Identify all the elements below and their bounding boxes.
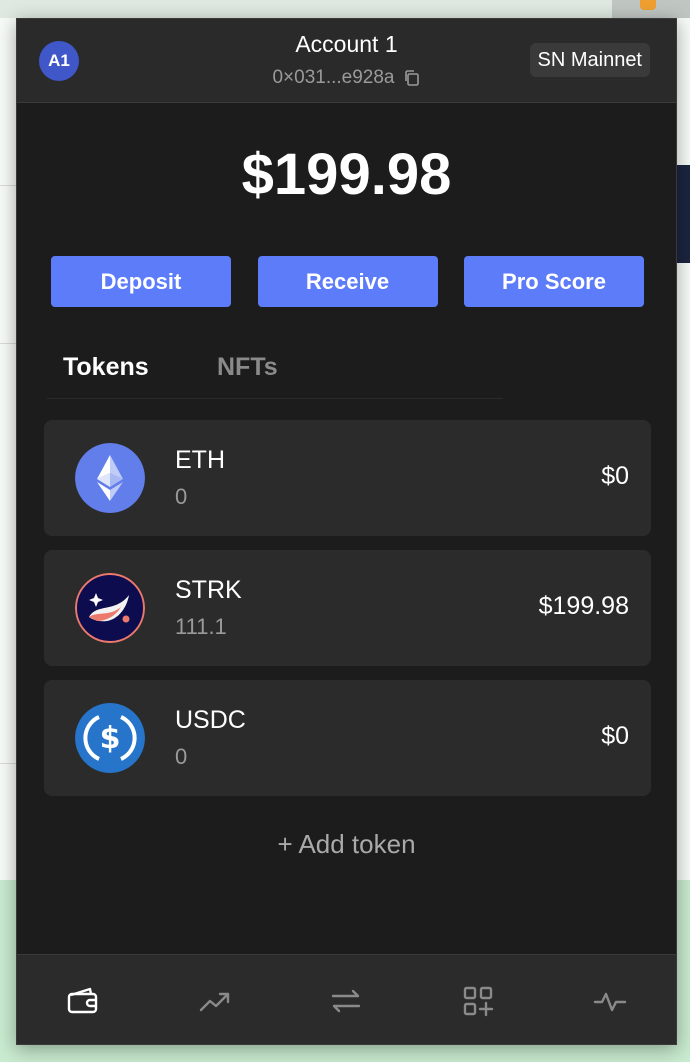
token-list: ETH 0 $0 STRK 111.1 $199.98 $ USDC 0 $0 [44, 420, 651, 810]
deposit-button[interactable]: Deposit [51, 256, 231, 307]
token-amount: 111.1 [175, 614, 227, 639]
swap-icon[interactable] [316, 971, 376, 1031]
apps-add-icon[interactable] [448, 971, 508, 1031]
usdc-icon: $ [75, 703, 145, 773]
tab-nfts[interactable]: NFTs [217, 353, 278, 382]
action-buttons: Deposit Receive Pro Score [51, 256, 644, 307]
token-row-usdc[interactable]: $ USDC 0 $0 [44, 680, 651, 796]
svg-text:$: $ [100, 721, 121, 756]
token-row-strk[interactable]: STRK 111.1 $199.98 [44, 550, 651, 666]
account-header: A1 Account 1 0×031...e928a SN Mainnet [17, 19, 676, 103]
token-value: $0 [601, 462, 629, 490]
activity-icon[interactable] [580, 971, 640, 1031]
receive-button[interactable]: Receive [257, 256, 438, 307]
asset-tabs: Tokens NFTs [47, 349, 503, 399]
token-symbol: STRK [175, 576, 242, 604]
token-symbol: USDC [175, 706, 246, 734]
add-token-button[interactable]: + Add token [17, 829, 676, 860]
token-row-eth[interactable]: ETH 0 $0 [44, 420, 651, 536]
token-value: $199.98 [538, 592, 629, 620]
wallet-popup: A1 Account 1 0×031...e928a SN Mainnet $1… [16, 18, 677, 1045]
strk-icon [75, 573, 145, 643]
eth-icon [75, 443, 145, 513]
wallet-icon[interactable] [53, 971, 113, 1031]
total-balance: $199.98 [241, 142, 452, 207]
token-value: $0 [601, 722, 629, 750]
bg-dark-strip [676, 165, 690, 263]
bottom-navigation [17, 954, 676, 1044]
copy-icon[interactable] [403, 69, 421, 87]
trending-up-icon[interactable] [185, 971, 245, 1031]
token-amount: 0 [175, 744, 188, 769]
pro-score-button[interactable]: Pro Score [464, 256, 644, 307]
network-selector[interactable]: SN Mainnet [529, 43, 650, 77]
browser-toolbar [0, 0, 690, 18]
account-address: 0×031...e928a [272, 67, 395, 88]
extension-icon [640, 0, 656, 10]
tab-tokens[interactable]: Tokens [63, 353, 149, 382]
token-symbol: ETH [175, 446, 225, 474]
token-amount: 0 [175, 484, 188, 509]
